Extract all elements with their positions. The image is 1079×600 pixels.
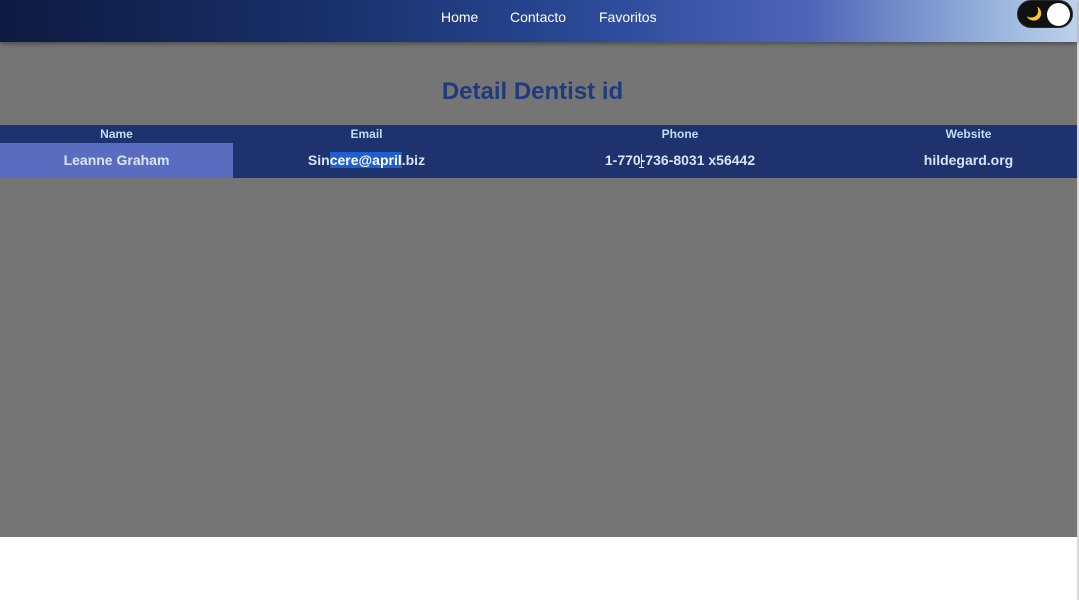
page-title: Detail Dentist id (441, 78, 624, 105)
column-header-website: Website (945, 127, 992, 141)
dentist-detail-table: Name Email Phone Website Leanne Graham S… (0, 125, 1077, 178)
table-header-row: Name Email Phone Website (0, 125, 1077, 143)
table-row: Leanne Graham Sincere@april.biz 1-770-73… (0, 143, 1077, 178)
text-cursor-icon (639, 154, 645, 168)
navbar: Home Contacto Favoritos 🌙 (0, 0, 1077, 42)
email-selected-text: cere@april (329, 152, 402, 168)
nav-link-favoritos[interactable]: Favoritos (599, 9, 657, 25)
toggle-knob (1047, 3, 1070, 26)
nav-links: Home Contacto Favoritos (0, 0, 1077, 34)
nav-link-contacto[interactable]: Contacto (510, 9, 566, 25)
moon-icon: 🌙 (1026, 6, 1043, 21)
cell-email: Sincere@april.biz (233, 143, 500, 178)
email-text-before: Sin (307, 152, 330, 168)
nav-link-home[interactable]: Home (441, 9, 478, 25)
column-header-phone: Phone (661, 127, 699, 141)
email-text-after: .biz (401, 152, 426, 168)
cell-phone: 1-770-736-8031 x56442 (604, 152, 756, 168)
column-header-name: Name (100, 127, 133, 141)
main-content: Detail Dentist id Name Email Phone Websi… (0, 42, 1077, 537)
cell-name: Leanne Graham (0, 143, 233, 178)
column-header-email: Email (350, 127, 383, 141)
theme-toggle-switch[interactable]: 🌙 (1017, 0, 1073, 28)
cell-website: hildegard.org (923, 152, 1014, 168)
